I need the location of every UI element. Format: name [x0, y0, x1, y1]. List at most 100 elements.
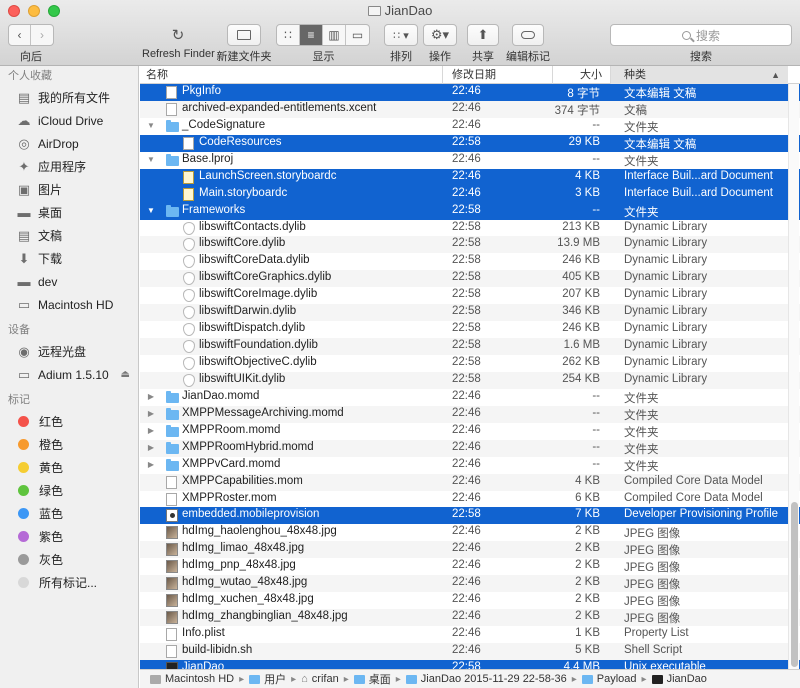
file-row[interactable]: hdImg_pnp_48x48.jpg 22:46 2 KB JPEG 图像	[140, 558, 800, 575]
file-row[interactable]: XMPPCapabilities.mom 22:46 4 KB Compiled Co…	[140, 473, 800, 491]
column-name-header[interactable]: 名称	[146, 66, 168, 84]
file-row[interactable]: hdImg_wutao_48x48.jpg 22:46 2 KB JPEG 图像	[140, 575, 800, 593]
file-row[interactable]: ▼ Base.lproj 22:46 -- 文件夹	[140, 152, 800, 169]
file-row[interactable]: ▶ JianDao.momd 22:46 -- 文件夹	[140, 389, 800, 406]
file-row[interactable]: libswiftCoreData.dylib 22:58 246 KB Dynamic…	[140, 253, 800, 270]
favorites-item-4[interactable]: ▣ 图片	[0, 178, 138, 201]
disclosure-collapsed-icon[interactable]: ▶	[146, 443, 156, 452]
refresh-finder-button[interactable]: ↻	[166, 24, 190, 46]
path-item-4[interactable]: JianDao 2015-11-29 22-58-36	[405, 673, 567, 685]
file-row[interactable]: libswiftUIKit.dylib 22:58 254 KB Dynamic Li…	[140, 371, 800, 389]
arrange-label: 排列	[390, 51, 412, 63]
column-size-header[interactable]: 大小	[552, 66, 602, 84]
file-row[interactable]: ▶ XMPPRoom.momd 22:46 -- 文件夹	[140, 423, 800, 440]
path-item-3[interactable]: 桌面	[353, 671, 391, 687]
disclosure-expanded-icon[interactable]: ▼	[146, 155, 156, 164]
action-button[interactable]: ⚙▾	[423, 24, 457, 46]
file-row[interactable]: build-libidn.sh 22:46 5 KB Shell Script	[140, 642, 800, 660]
favorites-item-9[interactable]: ▭ Macintosh HD	[0, 293, 138, 316]
file-row[interactable]: libswiftDispatch.dylib 22:58 246 KB Dynamic…	[140, 321, 800, 338]
file-row[interactable]: XMPPRoster.mom 22:46 6 KB Compiled Core Dat…	[140, 491, 800, 508]
favorites-item-8[interactable]: ▬ dev	[0, 270, 138, 293]
new-folder-button[interactable]	[227, 24, 261, 46]
file-row[interactable]: PkgInfo 22:46 8 字节 文本编辑 文稿	[140, 84, 800, 101]
file-row[interactable]: Info.plist 22:46 1 KB Property List	[140, 626, 800, 643]
file-row[interactable]: hdImg_limao_48x48.jpg 22:46 2 KB JPEG 图像	[140, 541, 800, 559]
path-item-0[interactable]: Macintosh HD	[150, 673, 234, 685]
favorites-item-0[interactable]: ▤ 我的所有文件	[0, 86, 138, 109]
file-name: Frameworks	[182, 203, 246, 216]
favorites-item-5[interactable]: ▬ 桌面	[0, 201, 138, 224]
path-item-6[interactable]: JianDao	[651, 673, 707, 685]
file-row[interactable]: libswiftContacts.dylib 22:58 213 KB Dynamic…	[140, 220, 800, 237]
file-row[interactable]: ▼ Frameworks 22:58 -- 文件夹	[140, 202, 800, 220]
tag-item-1[interactable]: 橙色	[0, 433, 138, 456]
file-row[interactable]: libswiftFoundation.dylib 22:58 1.6 MB Dynam…	[140, 338, 800, 355]
file-row[interactable]: CodeResources 22:58 29 KB 文本编辑 文稿	[140, 134, 800, 152]
library-icon	[183, 306, 195, 320]
file-row[interactable]: JianDao 22:58 4.4 MB Unix executable	[140, 659, 800, 669]
icon-view-button[interactable]: ∷	[277, 25, 300, 45]
file-row[interactable]: ▼ _CodeSignature 22:46 -- 文件夹	[140, 118, 800, 135]
file-row[interactable]: libswiftCoreImage.dylib 22:58 207 KB Dynami…	[140, 287, 800, 304]
path-item-5[interactable]: Payload	[581, 673, 637, 685]
tag-item-4[interactable]: 蓝色	[0, 502, 138, 525]
file-size: 405 KB	[562, 271, 600, 284]
search-input[interactable]: 搜索	[610, 24, 792, 46]
file-date: 22:58	[452, 339, 481, 352]
disclosure-expanded-icon[interactable]: ▼	[146, 206, 156, 215]
file-row[interactable]: libswiftCoreGraphics.dylib 22:58 405 KB Dyn…	[140, 270, 800, 288]
scrollbar-thumb[interactable]	[791, 502, 798, 667]
column-date-header[interactable]: 修改日期	[452, 66, 496, 84]
favorites-item-6[interactable]: ▤ 文稿	[0, 224, 138, 247]
file-row[interactable]: Main.storyboardc 22:46 3 KB Interface Buil.…	[140, 185, 800, 203]
tag-item-7[interactable]: 所有标记...	[0, 571, 138, 594]
eject-icon[interactable]: ⏏	[121, 369, 130, 380]
edit-tags-button[interactable]	[512, 24, 544, 46]
file-row[interactable]: libswiftObjectiveC.dylib 22:58 262 KB Dynam…	[140, 355, 800, 372]
tag-item-3[interactable]: 绿色	[0, 479, 138, 502]
file-row[interactable]: ▶ XMPPMessageArchiving.momd 22:46 -- 文件夹	[140, 405, 800, 423]
column-kind-header[interactable]: 种类 ▲	[611, 66, 788, 84]
forward-button[interactable]: ›	[31, 25, 53, 45]
vertical-scrollbar[interactable]	[788, 84, 799, 669]
tag-item-0[interactable]: 红色	[0, 410, 138, 433]
disclosure-collapsed-icon[interactable]: ▶	[146, 409, 156, 418]
back-button[interactable]: ‹	[9, 25, 31, 45]
document-icon	[166, 492, 177, 506]
path-item-1[interactable]: 用户	[249, 671, 286, 687]
devices-item-0[interactable]: ◉ 远程光盘	[0, 340, 138, 363]
file-row[interactable]: embedded.mobileprovision 22:58 7 KB Develop…	[140, 507, 800, 525]
file-name: XMPPRoster.mom	[182, 491, 277, 504]
favorites-item-2[interactable]: ◎ AirDrop	[0, 132, 138, 155]
file-row[interactable]: libswiftDarwin.dylib 22:58 346 KB Dynamic L…	[140, 304, 800, 322]
file-row[interactable]: ▶ XMPPRoomHybrid.momd 22:46 -- 文件夹	[140, 439, 800, 457]
column-view-button[interactable]: ▥	[323, 25, 346, 45]
tag-item-6[interactable]: 灰色	[0, 548, 138, 571]
favorites-item-7[interactable]: ⬇ 下载	[0, 247, 138, 270]
file-name: hdImg_zhangbinglian_48x48.jpg	[182, 610, 348, 623]
file-row[interactable]: libswiftCore.dylib 22:58 13.9 MB Dynamic Li…	[140, 236, 800, 254]
disclosure-collapsed-icon[interactable]: ▶	[146, 392, 156, 401]
cover-flow-button[interactable]: ▭	[346, 25, 369, 45]
favorites-item-3[interactable]: ✦ 应用程序	[0, 155, 138, 178]
tag-item-2[interactable]: 黄色	[0, 456, 138, 479]
devices-item-1[interactable]: ▭ Adium 1.5.10 ⏏	[0, 363, 138, 386]
file-row[interactable]: hdImg_haolenghou_48x48.jpg 22:46 2 KB JPEG …	[140, 524, 800, 541]
share-button[interactable]: ⬆	[467, 24, 499, 46]
file-row[interactable]: hdImg_xuchen_48x48.jpg 22:46 2 KB JPEG 图像	[140, 592, 800, 609]
disclosure-collapsed-icon[interactable]: ▶	[146, 460, 156, 469]
tag-item-5[interactable]: 紫色	[0, 525, 138, 548]
favorites-item-1[interactable]: ☁ iCloud Drive	[0, 109, 138, 132]
list-view-button[interactable]: ≡	[300, 25, 323, 45]
folder-icon	[166, 441, 179, 454]
file-row[interactable]: ▶ XMPPvCard.momd 22:46 -- 文件夹	[140, 457, 800, 474]
file-row[interactable]: archived-expanded-entitlements.xcent 22:4…	[140, 100, 800, 118]
file-row[interactable]: hdImg_zhangbinglian_48x48.jpg 22:46 2 KB JP…	[140, 609, 800, 626]
disclosure-expanded-icon[interactable]: ▼	[146, 121, 156, 130]
folder-icon	[249, 674, 261, 684]
path-item-2[interactable]: ⌂ crifan	[301, 673, 339, 685]
file-row[interactable]: LaunchScreen.storyboardc 22:46 4 KB Interfa…	[140, 168, 800, 186]
disclosure-collapsed-icon[interactable]: ▶	[146, 426, 156, 435]
arrange-button[interactable]: ∷ ▾	[384, 24, 418, 46]
